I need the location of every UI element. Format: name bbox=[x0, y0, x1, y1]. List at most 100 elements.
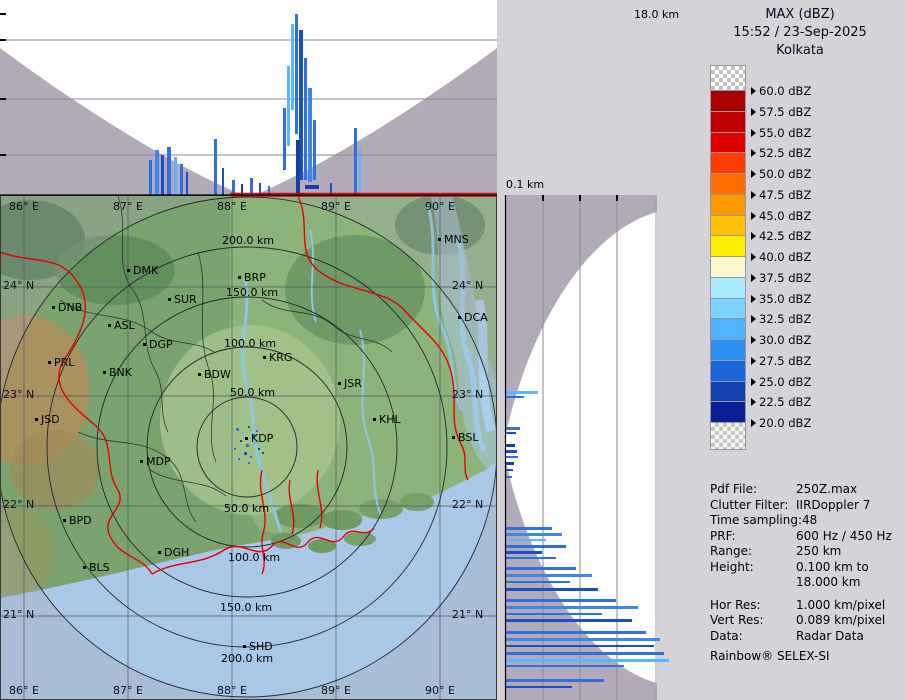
echo-bar bbox=[506, 652, 664, 655]
echo-bar bbox=[506, 557, 556, 559]
legend-color-cell bbox=[710, 380, 746, 404]
legend-tick-label: 60.0 dBZ bbox=[751, 84, 811, 98]
legend-color-cell bbox=[710, 193, 746, 217]
metadata-label: Data: bbox=[710, 628, 743, 643]
echo-bar bbox=[506, 588, 598, 591]
echo-bar bbox=[506, 539, 546, 541]
echo-speckle bbox=[246, 444, 249, 447]
echo-bar bbox=[506, 551, 542, 554]
product-title: MAX (dBZ) bbox=[765, 7, 835, 22]
legend-color-cell bbox=[710, 235, 746, 258]
legend-tick-label: 35.0 dBZ bbox=[751, 292, 811, 306]
axis-tick bbox=[542, 195, 544, 201]
legend-tick-label: 20.0 dBZ bbox=[751, 416, 811, 430]
legend-tick-label: 42.5 dBZ bbox=[751, 229, 811, 243]
metadata-label: Clutter Filter: bbox=[710, 497, 789, 512]
legend-color-cell bbox=[710, 339, 746, 362]
echo-speckle bbox=[250, 456, 252, 458]
echo-bar bbox=[506, 545, 566, 548]
echo-speckle bbox=[258, 448, 260, 450]
echo-bar bbox=[354, 128, 357, 195]
top-cross-section-panel bbox=[0, 0, 497, 196]
echo-speckle bbox=[240, 440, 242, 442]
radar-display-window: 86° E 86° E 87° E 87° E 88° E 88° E 89° E 89° E… bbox=[0, 0, 906, 700]
metadata-row: Range: 250 km bbox=[710, 544, 905, 560]
echo-bar bbox=[506, 606, 638, 609]
legend-tick-label: 55.0 dBZ bbox=[751, 126, 811, 140]
echo-bar bbox=[506, 444, 515, 447]
echo-bar bbox=[506, 631, 646, 634]
axis-tick bbox=[579, 195, 581, 201]
echo-bar bbox=[506, 679, 604, 682]
axis-tick bbox=[0, 13, 6, 15]
echo-bar bbox=[506, 638, 660, 641]
echo-bar bbox=[506, 613, 602, 615]
metadata-value: 250 km bbox=[796, 544, 842, 558]
metadata-row: PRF: 600 Hz / 450 Hz bbox=[710, 529, 905, 545]
legend-tick-label: 25.0 dBZ bbox=[751, 375, 811, 389]
legend-color-cell bbox=[710, 152, 746, 175]
echo-bar bbox=[222, 168, 224, 195]
legend-tick-label: 47.5 dBZ bbox=[751, 188, 811, 202]
metadata-label: Hor Res: bbox=[710, 597, 761, 612]
echo-bar bbox=[506, 574, 592, 577]
legend-tick-label: 32.5 dBZ bbox=[751, 312, 811, 326]
echo-speckle bbox=[230, 436, 232, 438]
legend-header: MAX (dBZ) 15:52 / 23-Sep-2025 Kolkata bbox=[700, 6, 900, 60]
echo-bar bbox=[161, 155, 164, 195]
echo-speckle bbox=[262, 452, 264, 454]
echo-bar bbox=[506, 432, 516, 434]
echo-bar bbox=[506, 533, 562, 536]
map-terrain-hills bbox=[10, 430, 100, 510]
echo-bar bbox=[506, 665, 624, 667]
echo-bar bbox=[291, 24, 294, 110]
legend-tick-label: 27.5 dBZ bbox=[751, 354, 811, 368]
legend-color-cell bbox=[710, 297, 746, 321]
echo-bar bbox=[506, 396, 524, 398]
legend-tick-label: 45.0 dBZ bbox=[751, 209, 811, 223]
map-delta-island bbox=[400, 493, 434, 511]
legend-tick-label: 40.0 dBZ bbox=[751, 250, 811, 264]
echo-bar bbox=[506, 476, 512, 478]
legend-color-cell bbox=[710, 256, 746, 279]
metadata-label: PRF: bbox=[710, 528, 736, 543]
metadata-value: 0.100 km to 18.000 km bbox=[796, 559, 869, 590]
echo-speckle bbox=[254, 442, 256, 444]
legend-color-cell bbox=[710, 131, 746, 155]
metadata-value: IIRDoppler 7 bbox=[796, 497, 871, 512]
legend-tick-label: 50.0 dBZ bbox=[751, 167, 811, 181]
echo-bar bbox=[313, 120, 316, 180]
metadata-label: Time sampling: bbox=[710, 513, 803, 527]
legend-cell-above-max bbox=[710, 65, 746, 92]
metadata-row: Time sampling:48 bbox=[710, 513, 905, 529]
metadata-value: Radar Data bbox=[796, 628, 864, 643]
echo-bar bbox=[295, 14, 298, 134]
echo-bar bbox=[296, 140, 300, 195]
echo-bar bbox=[506, 456, 518, 458]
brand-label: Rainbow® SELEX-SI bbox=[710, 649, 830, 663]
echo-bar bbox=[506, 567, 576, 570]
echo-speckle bbox=[248, 462, 250, 464]
metadata-row: Height: 0.100 km to 18.000 km bbox=[710, 560, 905, 591]
metadata-label: Height: bbox=[710, 559, 754, 574]
legend-color-cell bbox=[710, 173, 746, 196]
legend-cell-below-min bbox=[710, 422, 746, 450]
echo-bar bbox=[506, 450, 517, 453]
metadata-block: Pdf File: 250Z.max Clutter Filter: IIRDoppl… bbox=[710, 482, 905, 644]
legend-tick-label: 52.5 dBZ bbox=[751, 146, 811, 160]
echo-bar bbox=[149, 160, 152, 195]
echo-bar bbox=[174, 157, 177, 195]
legend-color-cell bbox=[710, 401, 746, 424]
echo-bar bbox=[250, 178, 253, 195]
echo-bar bbox=[506, 659, 669, 662]
metadata-row: Data: Radar Data bbox=[710, 629, 905, 645]
legend-tick-label: 22.5 dBZ bbox=[751, 395, 811, 409]
metadata-value: 48 bbox=[802, 513, 818, 527]
product-datetime: 15:52 / 23-Sep-2025 bbox=[733, 25, 867, 40]
metadata-row: Clutter Filter: IIRDoppler 7 bbox=[710, 498, 905, 514]
axis-tick bbox=[0, 39, 6, 41]
echo-bar bbox=[359, 148, 361, 195]
echo-bar bbox=[506, 645, 654, 647]
metadata-row: Pdf File: 250Z.max bbox=[710, 482, 905, 498]
echo-bar bbox=[506, 462, 514, 465]
